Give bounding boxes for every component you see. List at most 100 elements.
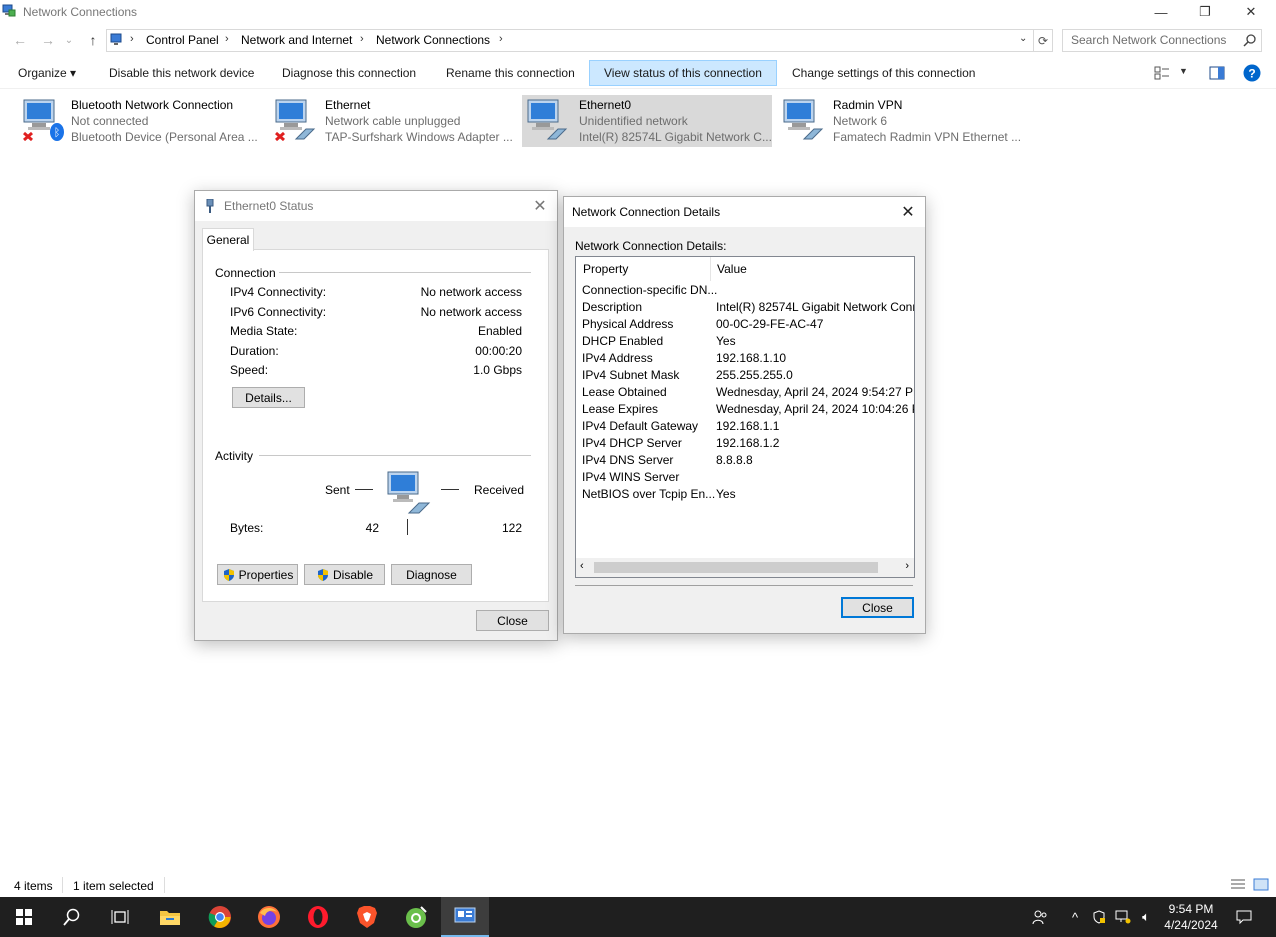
close-button[interactable]: Close <box>476 610 549 631</box>
rename-connection-button[interactable]: Rename this connection <box>432 60 589 86</box>
dialog-titlebar: Ethernet0 Status ✕ <box>195 191 557 221</box>
connection-item-ethernet[interactable]: Ethernet Network cable unplugged TAP-Sur… <box>270 95 520 147</box>
start-button[interactable] <box>0 897 48 937</box>
detail-property-cell[interactable]: NetBIOS over Tcpip En... <box>582 487 715 501</box>
detail-property-cell[interactable]: Lease Obtained <box>582 385 667 399</box>
view-options-icon[interactable] <box>1154 66 1170 80</box>
network-status-icon[interactable] <box>1114 897 1132 937</box>
disable-button[interactable]: Disable <box>304 564 385 585</box>
disable-device-button[interactable]: Disable this network device <box>95 60 268 86</box>
refresh-icon[interactable]: ⟳ <box>1033 29 1053 52</box>
detail-property-cell[interactable]: Connection-specific DN... <box>582 283 717 297</box>
action-center-icon[interactable] <box>1232 897 1256 937</box>
close-icon[interactable]: ✕ <box>529 195 551 217</box>
command-bar: Organize ▾ Disable this network device D… <box>0 58 1276 89</box>
firefox-taskbar-button[interactable] <box>245 897 293 937</box>
connection-item-radmin-vpn[interactable]: Radmin VPN Network 6 Famatech Radmin VPN… <box>778 95 1028 147</box>
view-dropdown-chevron-icon[interactable]: ▼ <box>1179 66 1188 76</box>
detail-property-cell[interactable]: IPv4 DHCP Server <box>582 436 682 450</box>
tab-general[interactable]: General <box>202 228 254 251</box>
dialog-titlebar: Network Connection Details ✕ <box>564 197 925 227</box>
scroll-right-icon[interactable]: › <box>905 560 909 572</box>
detail-value-cell[interactable]: Wednesday, April 24, 2024 9:54:27 PM <box>716 385 914 399</box>
network-connections-taskbar-button[interactable] <box>441 897 489 937</box>
clock-date: 4/24/2024 <box>1164 918 1218 932</box>
search-input[interactable]: Search Network Connections <box>1062 29 1262 52</box>
large-icons-view-icon[interactable] <box>1253 878 1269 891</box>
close-button[interactable]: Close <box>841 597 914 618</box>
chrome-taskbar-button[interactable] <box>196 897 244 937</box>
detail-property-cell[interactable]: IPv4 DNS Server <box>582 453 673 467</box>
navigation-bar: ← → ⌄ ↑ › Control Panel › Network and In… <box>0 28 1276 52</box>
connection-item-bluetooth[interactable]: ᛒ Bluetooth Network Connection Not conne… <box>18 95 268 147</box>
detail-value-cell[interactable]: Wednesday, April 24, 2024 10:04:26 PM <box>716 402 914 416</box>
close-window-button[interactable]: ✕ <box>1228 0 1274 24</box>
up-arrow-icon[interactable]: ↑ <box>83 30 103 50</box>
connection-status: Network 6 <box>833 114 888 128</box>
connection-item-ethernet0[interactable]: Ethernet0 Unidentified network Intel(R) … <box>522 95 772 147</box>
restore-button[interactable]: ❐ <box>1182 0 1228 24</box>
connection-device: Bluetooth Device (Personal Area ... <box>71 130 258 144</box>
breadcrumb-control-panel[interactable]: Control Panel <box>146 33 219 47</box>
detail-property-cell[interactable]: Description <box>582 300 642 314</box>
breadcrumb-separator-icon: › <box>130 33 134 45</box>
details-button[interactable]: Details... <box>232 387 305 408</box>
security-shield-icon[interactable] <box>1090 897 1108 937</box>
detail-property-cell[interactable]: IPv4 Subnet Mask <box>582 368 679 382</box>
details-list-view[interactable]: Property Value Connection-specific DN...… <box>575 256 915 578</box>
show-hidden-icons-chevron-icon[interactable]: ^ <box>1066 897 1084 937</box>
back-arrow-icon[interactable]: ← <box>10 30 30 50</box>
diagnose-button[interactable]: Diagnose <box>391 564 472 585</box>
detail-value-cell[interactable]: 00-0C-29-FE-AC-47 <box>716 317 823 331</box>
organize-menu-button[interactable]: Organize ▾ <box>4 60 90 86</box>
close-icon[interactable]: ✕ <box>897 201 919 223</box>
ipv4-connectivity-label: IPv4 Connectivity: <box>230 285 327 299</box>
horizontal-scrollbar[interactable]: ‹ › <box>576 558 914 577</box>
opera-taskbar-button[interactable] <box>294 897 342 937</box>
bytes-received-value: 122 <box>501 521 522 535</box>
detail-value-cell[interactable]: Yes <box>716 334 736 348</box>
address-dropdown-chevron-icon[interactable]: ⌄ <box>1019 33 1027 44</box>
forward-arrow-icon[interactable]: → <box>38 30 58 50</box>
scroll-left-icon[interactable]: ‹ <box>580 560 584 572</box>
clock-time: 9:54 PM <box>1168 902 1214 916</box>
detail-value-cell[interactable]: 8.8.8.8 <box>716 453 753 467</box>
recent-locations-chevron-icon[interactable]: ⌄ <box>62 30 76 50</box>
breadcrumb-network-connections[interactable]: Network Connections <box>376 33 490 47</box>
network-connections-icon <box>2 4 16 17</box>
scrollbar-thumb[interactable] <box>594 562 878 573</box>
view-status-button[interactable]: View status of this connection <box>589 60 777 86</box>
breadcrumb-network-and-internet[interactable]: Network and Internet <box>241 33 352 47</box>
detail-property-cell[interactable]: Physical Address <box>582 317 673 331</box>
diagnose-connection-button[interactable]: Diagnose this connection <box>268 60 430 86</box>
connection-status: Not connected <box>71 114 149 128</box>
preview-pane-icon[interactable] <box>1209 66 1225 80</box>
app-taskbar-button[interactable] <box>392 897 440 937</box>
clock[interactable]: 9:54 PM 4/24/2024 <box>1160 897 1222 937</box>
change-settings-button[interactable]: Change settings of this connection <box>778 60 989 86</box>
detail-property-cell[interactable]: IPv4 WINS Server <box>582 470 679 484</box>
task-view-button[interactable] <box>96 897 144 937</box>
detail-property-cell[interactable]: IPv4 Default Gateway <box>582 419 698 433</box>
detail-value-cell[interactable]: 192.168.1.2 <box>716 436 779 450</box>
minimize-button[interactable]: — <box>1138 0 1184 24</box>
brave-taskbar-button[interactable] <box>343 897 391 937</box>
help-icon[interactable]: ? <box>1243 64 1261 82</box>
address-bar[interactable]: › Control Panel › Network and Internet ›… <box>106 29 1034 52</box>
file-explorer-taskbar-button[interactable] <box>146 897 194 937</box>
details-view-icon[interactable] <box>1230 878 1246 891</box>
detail-value-cell[interactable]: 192.168.1.1 <box>716 419 779 433</box>
detail-value-cell[interactable]: Yes <box>716 487 736 501</box>
detail-value-cell[interactable]: Intel(R) 82574L Gigabit Network Connect <box>716 300 914 314</box>
detail-property-cell[interactable]: IPv4 Address <box>582 351 653 365</box>
volume-icon[interactable]: 🔈︎ <box>1137 897 1155 937</box>
detail-value-cell[interactable]: 255.255.255.0 <box>716 368 793 382</box>
people-icon[interactable] <box>1030 897 1050 937</box>
column-header-property[interactable]: Property <box>576 257 711 281</box>
column-header-value[interactable]: Value <box>711 257 911 281</box>
detail-value-cell[interactable]: 192.168.1.10 <box>716 351 786 365</box>
search-button[interactable] <box>48 897 96 937</box>
detail-property-cell[interactable]: Lease Expires <box>582 402 658 416</box>
detail-property-cell[interactable]: DHCP Enabled <box>582 334 663 348</box>
properties-button[interactable]: Properties <box>217 564 298 585</box>
